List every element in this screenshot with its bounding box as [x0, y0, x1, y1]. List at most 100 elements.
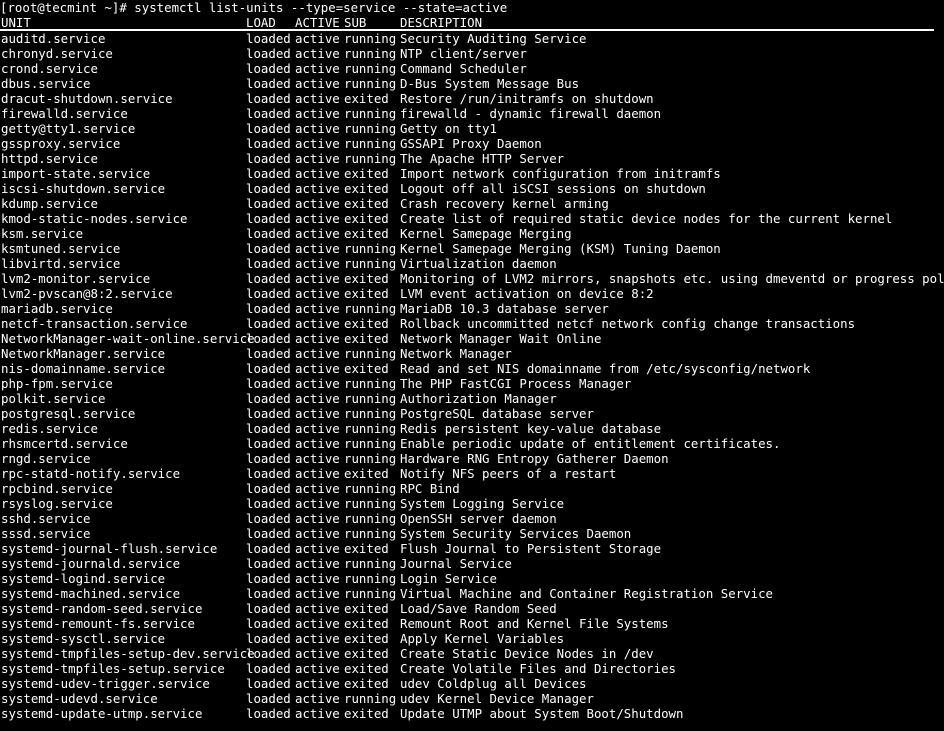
cell-unit: ksmtuned.service: [1, 241, 121, 256]
cell-active: active: [295, 121, 340, 136]
table-row: systemd-machined.service loaded active runn…: [0, 586, 944, 601]
cell-active: active: [295, 136, 340, 151]
cell-load: loaded: [246, 61, 291, 76]
cell-description: udev Kernel Device Manager: [400, 691, 594, 706]
column-header-description: DESCRIPTION: [400, 15, 483, 30]
table-row: polkit.service loaded active running Authori…: [0, 391, 944, 406]
cell-sub: running: [344, 256, 397, 271]
table-row: lvm2-pvscan@8:2.service loaded active exite…: [0, 286, 944, 301]
cell-sub: running: [344, 571, 397, 586]
cell-sub: running: [344, 451, 397, 466]
cell-description: Kernel Samepage Merging (KSM) Tuning Dae…: [400, 241, 721, 256]
cell-active: active: [295, 46, 340, 61]
cell-load: loaded: [246, 601, 291, 616]
cell-unit: netcf-transaction.service: [1, 316, 188, 331]
cell-description: Enable periodic update of entitlement ce…: [400, 436, 781, 451]
cell-unit: rsyslog.service: [1, 496, 113, 511]
cell-load: loaded: [246, 346, 291, 361]
cell-load: loaded: [246, 496, 291, 511]
cell-load: loaded: [246, 706, 291, 721]
cell-description: Monitoring of LVM2 mirrors, snapshots et…: [400, 271, 944, 286]
cell-description: Load/Save Random Seed: [400, 601, 557, 616]
cell-sub: running: [344, 511, 397, 526]
cell-active: active: [295, 556, 340, 571]
cell-sub: running: [344, 76, 397, 91]
cell-load: loaded: [246, 256, 291, 271]
cell-description: Create Volatile Files and Directories: [400, 661, 677, 676]
table-row: systemd-journald.service loaded active runn…: [0, 556, 944, 571]
cell-description: Notify NFS peers of a restart: [400, 466, 617, 481]
table-row: iscsi-shutdown.service loaded active exited…: [0, 181, 944, 196]
cell-active: active: [295, 511, 340, 526]
cell-load: loaded: [246, 691, 291, 706]
cell-load: loaded: [246, 151, 291, 166]
table-row: httpd.service loaded active running The Apac…: [0, 151, 944, 166]
unit-list: auditd.service loaded active running Securit…: [0, 31, 944, 721]
cell-sub: exited: [344, 331, 389, 346]
table-row: ksm.service loaded active exited Kernel Same…: [0, 226, 944, 241]
cell-active: active: [295, 526, 340, 541]
cell-unit: chronyd.service: [1, 46, 113, 61]
cell-unit: systemd-update-utmp.service: [1, 706, 203, 721]
table-row: netcf-transaction.service loaded active exi…: [0, 316, 944, 331]
cell-sub: running: [344, 241, 397, 256]
cell-description: Hardware RNG Entropy Gatherer Daemon: [400, 451, 669, 466]
table-row: php-fpm.service loaded active running The PH…: [0, 376, 944, 391]
cell-description: PostgreSQL database server: [400, 406, 594, 421]
cell-unit: gssproxy.service: [1, 136, 121, 151]
cell-load: loaded: [246, 76, 291, 91]
cell-sub: exited: [344, 661, 389, 676]
cell-active: active: [295, 706, 340, 721]
table-row: sssd.service loaded active running System Se…: [0, 526, 944, 541]
table-row: systemd-tmpfiles-setup.service loaded acti…: [0, 661, 944, 676]
cell-active: active: [295, 301, 340, 316]
cell-active: active: [295, 226, 340, 241]
cell-load: loaded: [246, 406, 291, 421]
cell-description: Create Static Device Nodes in /dev: [400, 646, 654, 661]
cell-sub: running: [344, 31, 397, 46]
cell-sub: running: [344, 406, 397, 421]
cell-description: udev Coldplug all Devices: [400, 676, 587, 691]
table-row: nis-domainname.service loaded active exited…: [0, 361, 944, 376]
cell-unit: systemd-remount-fs.service: [1, 616, 195, 631]
cell-active: active: [295, 676, 340, 691]
cell-load: loaded: [246, 166, 291, 181]
cell-load: loaded: [246, 511, 291, 526]
table-row: systemd-random-seed.service loaded active e…: [0, 601, 944, 616]
cell-sub: running: [344, 481, 397, 496]
table-row: systemd-journal-flush.service loaded activ…: [0, 541, 944, 556]
cell-load: loaded: [246, 241, 291, 256]
cell-sub: exited: [344, 646, 389, 661]
cell-sub: running: [344, 421, 397, 436]
table-row: redis.service loaded active running Redis pe…: [0, 421, 944, 436]
cell-sub: exited: [344, 361, 389, 376]
cell-active: active: [295, 421, 340, 436]
cell-unit: postgresql.service: [1, 406, 136, 421]
cell-description: Network Manager Wait Online: [400, 331, 602, 346]
cell-sub: exited: [344, 181, 389, 196]
cell-unit: rpc-statd-notify.service: [1, 466, 181, 481]
cell-description: MariaDB 10.3 database server: [400, 301, 609, 316]
cell-unit: libvirtd.service: [1, 256, 121, 271]
cell-sub: exited: [344, 316, 389, 331]
cell-sub: running: [344, 391, 397, 406]
cell-active: active: [295, 571, 340, 586]
cell-active: active: [295, 256, 340, 271]
cell-sub: exited: [344, 166, 389, 181]
cell-load: loaded: [246, 526, 291, 541]
cell-unit: NetworkManager-wait-online.service: [1, 331, 255, 346]
cell-sub: exited: [344, 631, 389, 646]
cell-description: The PHP FastCGI Process Manager: [400, 376, 632, 391]
cell-active: active: [295, 496, 340, 511]
cell-load: loaded: [246, 31, 291, 46]
table-row: libvirtd.service loaded active running Virtu…: [0, 256, 944, 271]
cell-active: active: [295, 631, 340, 646]
cell-active: active: [295, 196, 340, 211]
table-row: systemd-remount-fs.service loaded active ex…: [0, 616, 944, 631]
cell-unit: auditd.service: [1, 31, 106, 46]
cell-active: active: [295, 451, 340, 466]
cell-description: Login Service: [400, 571, 497, 586]
cell-unit: systemd-journald.service: [1, 556, 181, 571]
cell-load: loaded: [246, 211, 291, 226]
terminal-window[interactable]: [root@tecmint ~]# systemctl list-units -…: [0, 0, 944, 731]
